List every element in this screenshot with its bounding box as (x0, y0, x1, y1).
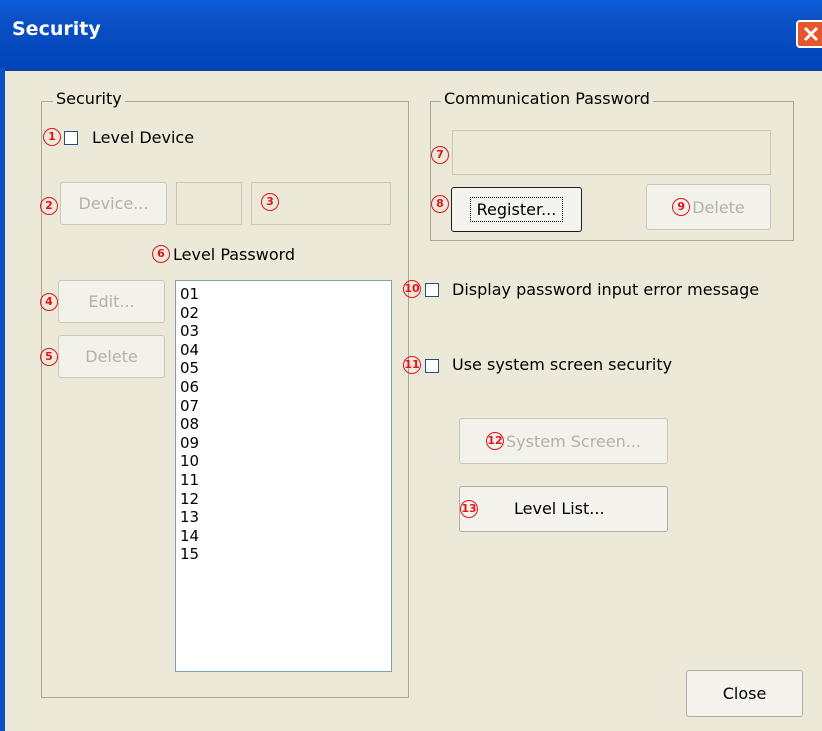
system-screen-security-checkbox[interactable] (425, 359, 439, 373)
marker-3: 3 (261, 193, 279, 211)
marker-8: 8 (431, 195, 449, 213)
list-item[interactable]: 11 (180, 471, 391, 490)
level-password-label: Level Password (173, 245, 296, 264)
list-item[interactable]: 05 (180, 359, 391, 378)
delete-comm-password-button[interactable]: 9 Delete (646, 184, 771, 230)
system-screen-security-label: Use system screen security (452, 355, 673, 374)
level-password-list[interactable]: 01 02 03 04 05 06 07 08 09 10 11 12 13 1… (175, 280, 392, 672)
list-item[interactable]: 07 (180, 397, 391, 416)
communication-password-group-label: Communication Password (441, 89, 653, 108)
register-button-label: Register... (469, 197, 564, 222)
level-list-button-label: Level List... (514, 499, 605, 518)
edit-button-label: Edit... (88, 292, 135, 311)
marker-5: 5 (40, 348, 58, 366)
title-bar: Security (0, 0, 822, 71)
edit-button[interactable]: Edit... (58, 280, 165, 323)
window-close-button[interactable] (796, 20, 822, 48)
delete-comm-password-button-label: Delete (692, 197, 745, 217)
device-button[interactable]: Device... (60, 182, 167, 225)
list-item[interactable]: 06 (180, 378, 391, 397)
marker-11: 11 (403, 356, 421, 374)
list-item[interactable]: 03 (180, 322, 391, 341)
list-item[interactable]: 04 (180, 341, 391, 360)
marker-4: 4 (40, 293, 58, 311)
communication-password-field[interactable] (452, 130, 771, 175)
list-item[interactable]: 12 (180, 490, 391, 509)
list-item[interactable]: 01 (180, 285, 391, 304)
delete-level-button-label: Delete (85, 347, 138, 366)
marker-10: 10 (403, 280, 421, 298)
close-button-label: Close (722, 684, 767, 703)
device-button-label: Device... (78, 194, 149, 213)
window-left-border (0, 68, 5, 731)
list-item[interactable]: 13 (180, 508, 391, 527)
level-list-button[interactable]: 13 Level List... (459, 486, 668, 532)
list-item[interactable]: 09 (180, 434, 391, 453)
list-item[interactable]: 02 (180, 304, 391, 323)
level-device-label: Level Device (92, 128, 195, 147)
list-item[interactable]: 08 (180, 415, 391, 434)
display-error-message-checkbox[interactable] (425, 283, 439, 297)
security-group-label: Security (53, 89, 125, 108)
marker-12: 12 (485, 432, 504, 450)
system-screen-button[interactable]: 12 System Screen... (459, 418, 668, 464)
system-screen-button-label: System Screen... (505, 431, 641, 451)
display-error-message-label: Display password input error message (452, 280, 760, 299)
list-item[interactable]: 10 (180, 452, 391, 471)
security-dialog: Security Security 1 Level Device 2 Devic… (0, 0, 822, 731)
marker-6: 6 (152, 245, 170, 263)
marker-7: 7 (431, 146, 449, 164)
marker-2: 2 (40, 197, 58, 215)
marker-9: 9 (672, 198, 691, 216)
register-button[interactable]: Register... (451, 187, 582, 232)
level-device-checkbox[interactable] (64, 131, 78, 145)
close-icon (803, 26, 819, 42)
list-item[interactable]: 15 (180, 545, 391, 564)
marker-1: 1 (43, 128, 61, 146)
device-number-field[interactable] (176, 182, 242, 225)
close-button[interactable]: Close (686, 670, 803, 717)
marker-13: 13 (460, 500, 478, 518)
window-title: Security (12, 18, 101, 40)
list-item[interactable]: 14 (180, 527, 391, 546)
delete-level-button[interactable]: Delete (58, 335, 165, 378)
